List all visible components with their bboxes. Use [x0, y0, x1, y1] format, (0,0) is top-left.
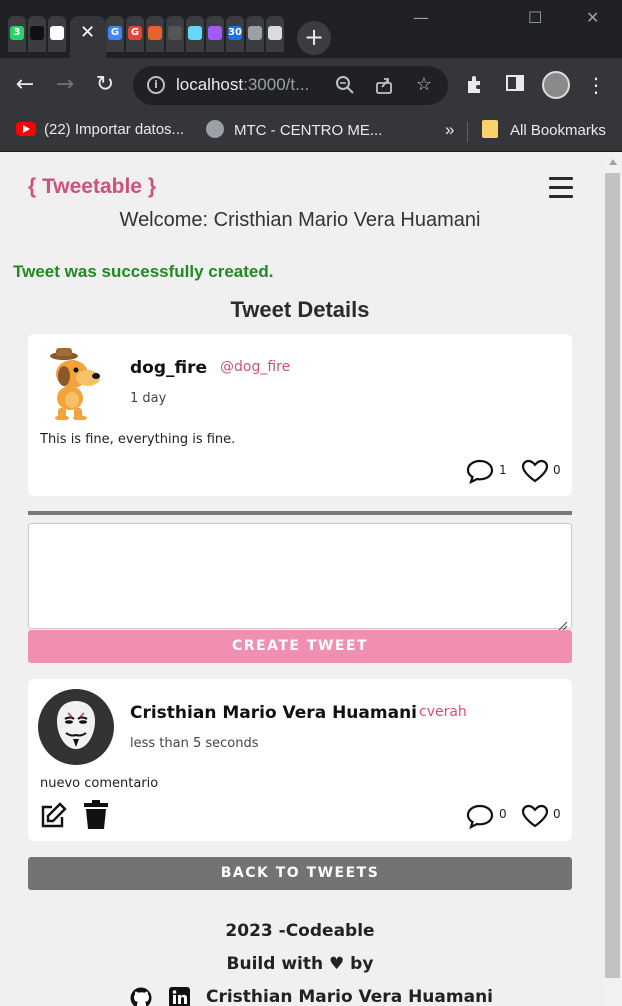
browser-tab[interactable] — [166, 16, 184, 52]
maximize-button[interactable]: ☐ — [528, 8, 542, 27]
google-translate-icon: G — [108, 26, 122, 40]
footer-build: Build with ♥ by — [226, 954, 374, 974]
brand-logo[interactable]: { Tweetable } — [28, 175, 156, 199]
google-icon: G — [128, 26, 142, 40]
heart-icon[interactable] — [520, 458, 550, 488]
url-text[interactable]: localhost:3000/t... — [176, 75, 309, 95]
tweet-author[interactable]: dog_fire — [130, 358, 207, 378]
browser-toolbar: ← → ↻ i localhost:3000/t... ☆ ⋮ — [0, 58, 622, 112]
browser-tab[interactable] — [28, 16, 46, 52]
tweet-body: This is fine, everything is fine. — [40, 432, 236, 447]
divider — [28, 511, 572, 515]
browser-tab-strip: 3 G G 30 ✕ + — ☐ ✕ — [0, 0, 622, 58]
hamburger-menu-icon[interactable] — [549, 177, 573, 198]
tweet-time: 1 day — [130, 391, 167, 406]
browser-tab[interactable] — [246, 16, 264, 52]
address-bar[interactable]: i localhost:3000/t... ☆ — [133, 66, 448, 105]
dog-avatar[interactable] — [42, 346, 104, 421]
new-tab-button[interactable]: + — [297, 21, 331, 55]
scroll-up-icon[interactable] — [609, 159, 617, 165]
browser-tab[interactable] — [266, 16, 284, 52]
resize-grip-icon[interactable] — [558, 616, 568, 631]
flash-notice: Tweet was successfully created. — [13, 262, 274, 281]
back-to-tweets-button[interactable]: BACK TO TWEETS — [28, 857, 572, 890]
scrollbar-thumb[interactable] — [605, 173, 620, 978]
chrome-icon — [248, 26, 262, 40]
browser-tab[interactable] — [48, 16, 66, 52]
bookmark-star-icon[interactable]: ☆ — [414, 75, 434, 95]
github-icon[interactable] — [130, 987, 152, 1006]
minimize-button[interactable]: — — [413, 8, 429, 27]
extensions-icon[interactable] — [463, 73, 487, 97]
bookmarks-separator — [467, 122, 468, 142]
figma-icon — [208, 26, 222, 40]
side-panel-icon[interactable] — [503, 73, 527, 97]
kebab-menu-icon[interactable]: ⋮ — [584, 73, 608, 97]
bookmark-mtc[interactable]: MTC - CENTRO ME... — [206, 120, 382, 141]
react-icon — [188, 26, 202, 40]
all-bookmarks-button[interactable]: All Bookmarks — [482, 120, 606, 141]
reply-card: Cristhian Mario Vera Huamani cverah less… — [28, 679, 572, 841]
folder-icon — [482, 120, 498, 138]
tweet-card: dog_fire @dog_fire 1 day This is fine, e… — [28, 334, 572, 496]
tweet-handle[interactable]: @dog_fire — [220, 359, 290, 375]
reply-author[interactable]: Cristhian Mario Vera Huamani — [130, 703, 417, 723]
footer-year: 2023 -Codeable — [225, 921, 375, 941]
share-icon[interactable] — [374, 75, 394, 95]
site-info-icon[interactable]: i — [147, 76, 165, 94]
linkedin-icon[interactable] — [169, 987, 190, 1006]
browser-tab[interactable]: G — [126, 16, 144, 52]
codeable-icon — [148, 26, 162, 40]
active-tab[interactable]: ✕ — [70, 16, 106, 58]
reload-icon[interactable]: ↻ — [92, 72, 118, 98]
code-icon — [168, 26, 182, 40]
back-arrow-icon[interactable]: ← — [12, 72, 38, 98]
like-count: 0 — [553, 807, 561, 821]
footer-author-link[interactable]: Cristhian Mario Vera Huamani — [206, 987, 493, 1006]
chrome-icon — [268, 26, 282, 40]
tweet-textarea[interactable] — [28, 523, 572, 629]
comment-icon[interactable] — [465, 803, 495, 833]
browser-tab[interactable] — [206, 16, 224, 52]
close-tab-icon[interactable]: ✕ — [80, 24, 95, 42]
bookmarks-bar: (22) Importar datos... MTC - CENTRO ME..… — [0, 112, 622, 152]
page-viewport: { Tweetable } Welcome: Cristhian Mario V… — [0, 153, 604, 1006]
edit-icon[interactable] — [38, 801, 68, 835]
page-title: Tweet Details — [230, 297, 370, 322]
create-tweet-button[interactable]: CREATE TWEET — [28, 630, 572, 663]
youtube-icon — [16, 122, 36, 136]
app-icon — [30, 26, 44, 40]
trash-icon[interactable] — [83, 800, 109, 834]
globe-icon — [206, 120, 224, 138]
heart-icon[interactable] — [520, 803, 550, 833]
browser-tab[interactable]: 30 — [226, 16, 244, 52]
whatsapp-icon: 3 — [10, 26, 24, 40]
reply-handle[interactable]: cverah — [419, 704, 467, 720]
profile-avatar[interactable] — [542, 71, 570, 99]
forward-arrow-icon[interactable]: → — [52, 72, 78, 98]
reply-count: 1 — [499, 463, 507, 477]
browser-tab[interactable] — [146, 16, 164, 52]
reply-time: less than 5 seconds — [130, 736, 259, 751]
calendar-icon: 30 — [228, 26, 242, 40]
like-count: 0 — [553, 463, 561, 477]
bookmark-youtube[interactable]: (22) Importar datos... — [16, 120, 184, 140]
github-icon — [50, 26, 64, 40]
welcome-text: Welcome: Cristhian Mario Vera Huamani — [119, 209, 481, 231]
page-scrollbar[interactable] — [604, 153, 622, 1006]
browser-tab[interactable] — [186, 16, 204, 52]
close-window-button[interactable]: ✕ — [586, 8, 599, 27]
reply-count: 0 — [499, 807, 507, 821]
bookmarks-overflow-button[interactable]: » — [445, 120, 454, 140]
reply-body: nuevo comentario — [40, 776, 159, 791]
zoom-icon[interactable] — [335, 75, 355, 95]
comment-icon[interactable] — [465, 458, 495, 488]
browser-tab[interactable]: G — [106, 16, 124, 52]
anonymous-avatar[interactable] — [38, 689, 114, 765]
browser-tab[interactable]: 3 — [8, 16, 26, 52]
